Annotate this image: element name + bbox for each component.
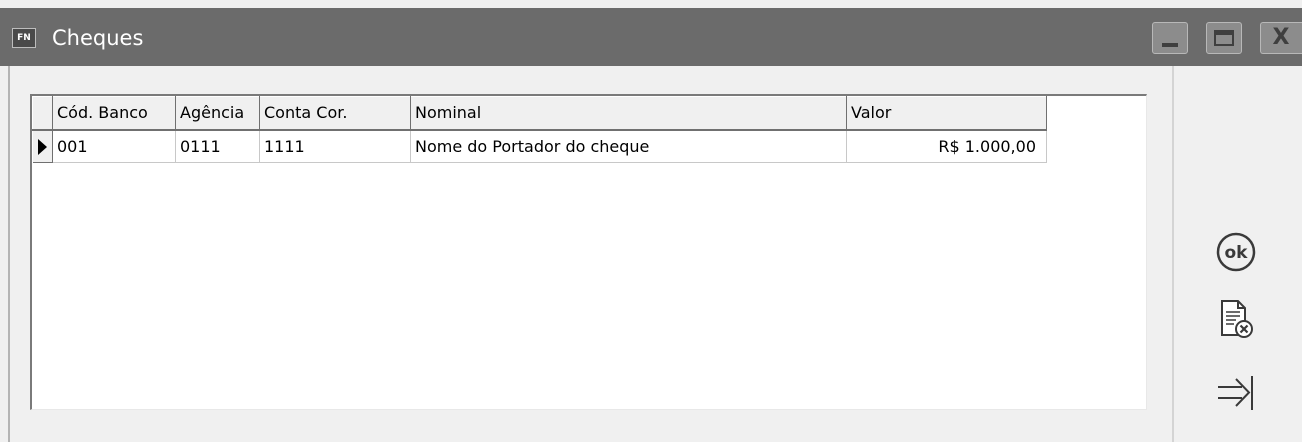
cell-conta-cor[interactable]: 1111 <box>259 129 411 163</box>
minimize-button[interactable] <box>1152 22 1188 54</box>
minimize-icon <box>1162 43 1178 47</box>
column-header-conta-cor[interactable]: Conta Cor. <box>259 96 411 131</box>
maximize-icon <box>1214 30 1234 46</box>
window-title: Cheques <box>52 26 144 50</box>
column-header-valor[interactable]: Valor <box>846 96 1047 131</box>
column-header-nominal[interactable]: Nominal <box>410 96 847 131</box>
button-panel-divider <box>1172 66 1174 442</box>
cell-valor[interactable]: R$ 1.000,00 <box>846 129 1047 163</box>
cancel-button[interactable] <box>1214 297 1258 341</box>
cell-nominal[interactable]: Nome do Portador do cheque <box>410 129 847 163</box>
table-header-row: Cód. Banco Agência Conta Cor. Nominal Va… <box>32 96 1047 131</box>
cell-agencia[interactable]: 0111 <box>175 129 260 163</box>
ok-icon: ok <box>1216 232 1256 272</box>
column-header-cod-banco[interactable]: Cód. Banco <box>52 96 176 131</box>
indicator-header <box>32 96 53 131</box>
ok-label: ok <box>1225 243 1249 263</box>
maximize-button[interactable] <box>1206 22 1242 54</box>
app-icon: FN <box>12 28 36 48</box>
cell-cod-banco[interactable]: 001 <box>52 129 176 163</box>
row-indicator[interactable] <box>32 129 53 163</box>
ok-button[interactable]: ok <box>1214 230 1258 274</box>
current-row-arrow-icon <box>37 139 47 156</box>
table-row[interactable]: 001 0111 1111 Nome do Portador do cheque… <box>32 129 1047 163</box>
cheques-window: FN Cheques X Cód. Banco Agência Conta Co… <box>0 8 1302 442</box>
document-cancel-icon <box>1221 300 1253 338</box>
column-header-agencia[interactable]: Agência <box>175 96 260 131</box>
cheques-grid[interactable]: Cód. Banco Agência Conta Cor. Nominal Va… <box>30 94 1147 410</box>
title-bar[interactable]: FN Cheques X <box>0 8 1302 66</box>
close-button[interactable]: X <box>1260 22 1302 54</box>
cheques-table: Cód. Banco Agência Conta Cor. Nominal Va… <box>32 96 1047 163</box>
close-icon: X <box>1272 25 1290 50</box>
exit-arrow-icon <box>1218 376 1253 410</box>
exit-button[interactable] <box>1212 372 1256 416</box>
